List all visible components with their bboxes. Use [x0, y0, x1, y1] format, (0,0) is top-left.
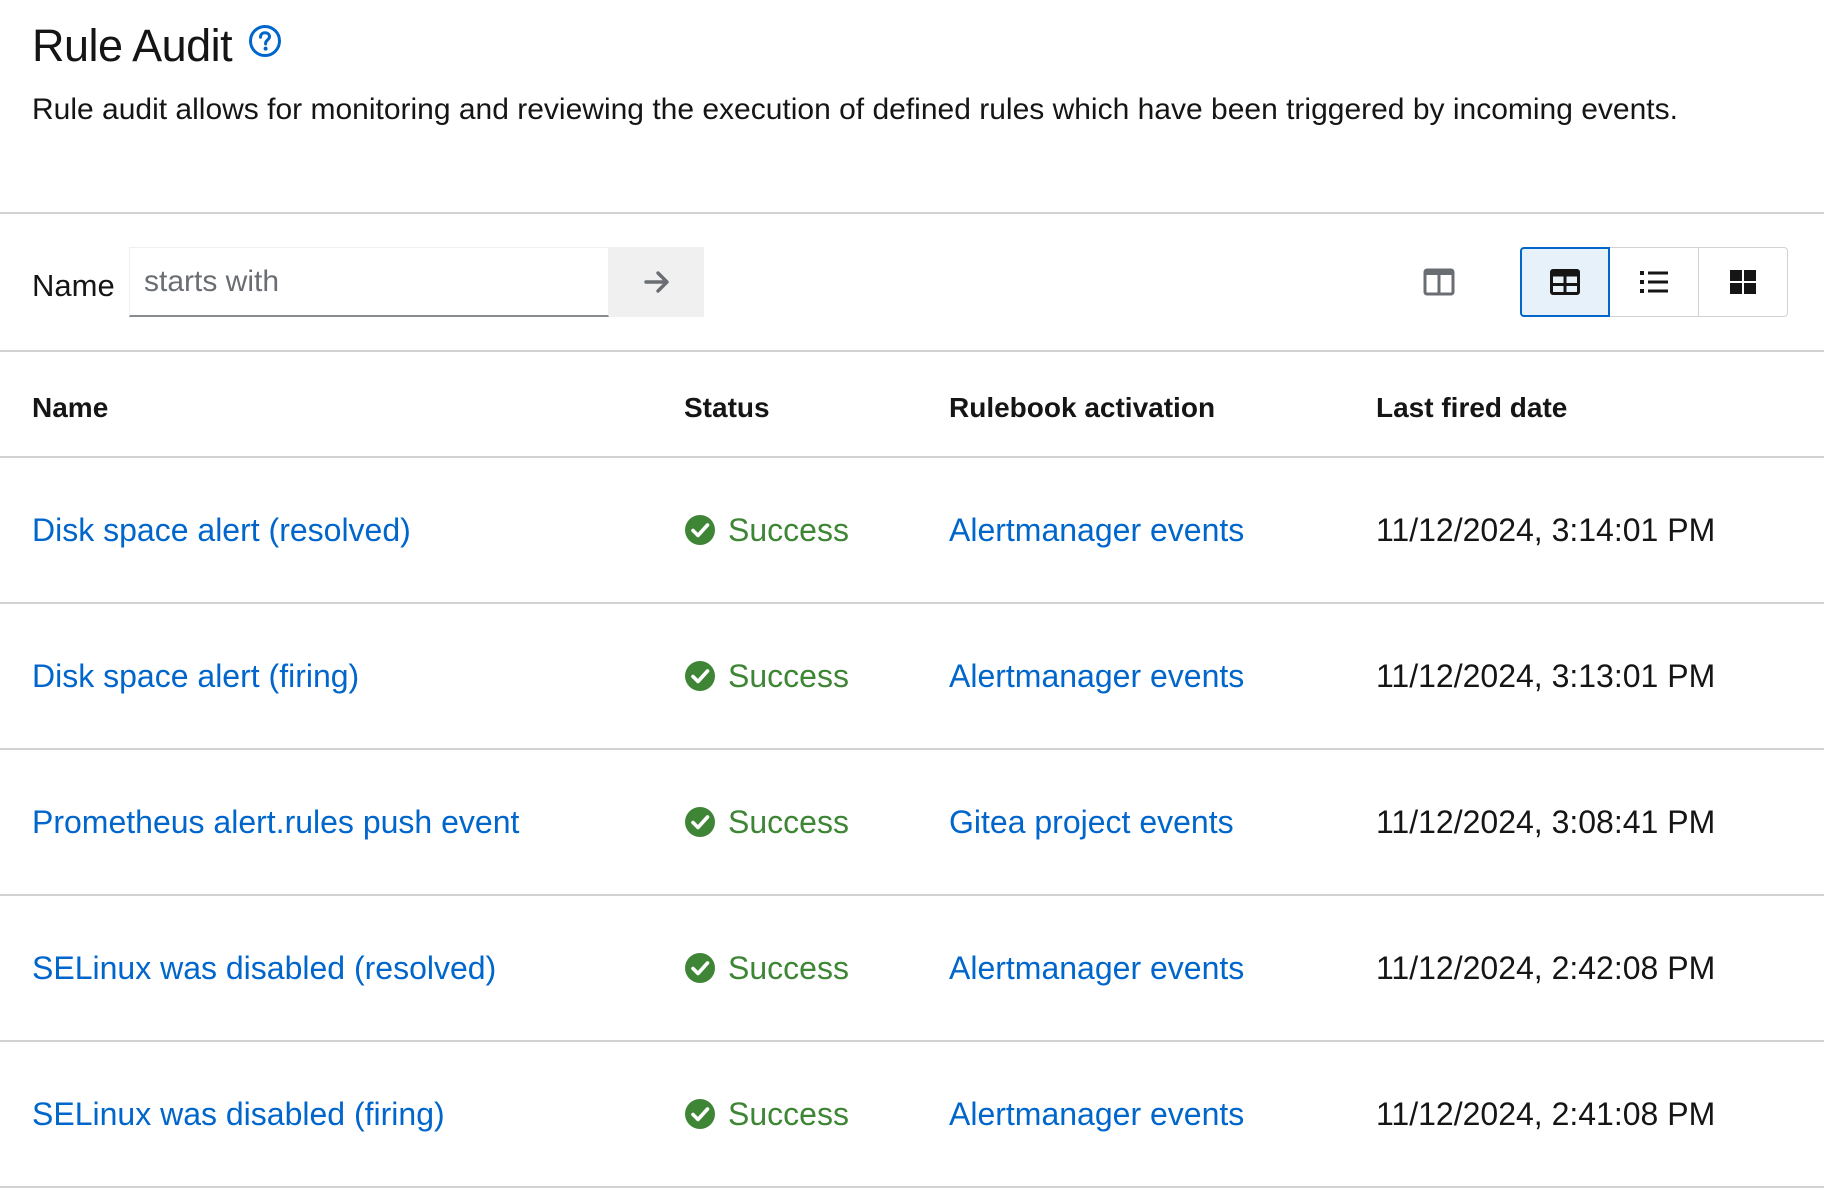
table-row: SELinux was disabled (firing) Success Al…	[0, 1042, 1824, 1188]
status-badge: Success	[684, 948, 849, 988]
check-circle-icon	[684, 1098, 716, 1130]
status-label: Success	[728, 804, 849, 840]
arrow-right-icon	[642, 267, 672, 297]
name-filter-input[interactable]	[129, 247, 609, 317]
status-label: Success	[728, 658, 849, 694]
view-toggle-group	[1520, 247, 1788, 317]
last-fired-date: 11/12/2024, 3:08:41 PM	[1376, 804, 1716, 840]
search-submit-button[interactable]	[609, 247, 704, 317]
rule-name-link[interactable]: SELinux was disabled (firing)	[32, 1094, 445, 1134]
table-row: Disk space alert (resolved) Success Aler…	[0, 458, 1824, 604]
table-header: Name Status Rulebook activation Last fir…	[0, 352, 1824, 456]
rulebook-activation-link[interactable]: Gitea project events	[949, 802, 1234, 842]
table-icon	[1550, 269, 1580, 295]
help-icon[interactable]	[248, 24, 282, 58]
status-label: Success	[728, 950, 849, 986]
filter-label: Name	[32, 268, 115, 303]
rulebook-activation-link[interactable]: Alertmanager events	[949, 948, 1244, 988]
table-row: Prometheus alert.rules push event Succes…	[0, 750, 1824, 896]
last-fired-date: 11/12/2024, 2:42:08 PM	[1376, 950, 1716, 986]
column-header-last-fired-date[interactable]: Last fired date	[1376, 390, 1567, 426]
title-row: Rule Audit	[32, 18, 282, 74]
rule-name-link[interactable]: Prometheus alert.rules push event	[32, 802, 519, 842]
status-badge: Success	[684, 1094, 849, 1134]
last-fired-date: 11/12/2024, 2:41:08 PM	[1376, 1096, 1716, 1132]
page-header: Rule Audit Rule audit allows for monitor…	[0, 0, 1824, 214]
last-fired-date: 11/12/2024, 3:13:01 PM	[1376, 658, 1716, 694]
table-view-button[interactable]	[1520, 247, 1610, 317]
rulebook-activation-link[interactable]: Alertmanager events	[949, 656, 1244, 696]
toolbar: Name	[0, 214, 1824, 350]
page-description: Rule audit allows for monitoring and rev…	[32, 93, 1678, 126]
rule-name-link[interactable]: Disk space alert (firing)	[32, 656, 359, 696]
rulebook-activation-link[interactable]: Alertmanager events	[949, 510, 1244, 550]
table-row: SELinux was disabled (resolved) Success …	[0, 896, 1824, 1042]
page-title: Rule Audit	[32, 20, 233, 71]
status-label: Success	[728, 512, 849, 548]
check-circle-icon	[684, 806, 716, 838]
status-badge: Success	[684, 510, 849, 550]
rulebook-activation-link[interactable]: Alertmanager events	[949, 1094, 1244, 1134]
card-view-button[interactable]	[1698, 247, 1788, 317]
column-header-rulebook-activation[interactable]: Rulebook activation	[949, 390, 1215, 426]
columns-icon	[1423, 268, 1455, 296]
check-circle-icon	[684, 952, 716, 984]
rule-name-link[interactable]: SELinux was disabled (resolved)	[32, 948, 496, 988]
list-icon	[1639, 269, 1669, 295]
status-label: Success	[728, 1096, 849, 1132]
status-badge: Success	[684, 656, 849, 696]
manage-columns-button[interactable]	[1404, 247, 1474, 317]
column-header-name[interactable]: Name	[32, 390, 108, 426]
check-circle-icon	[684, 660, 716, 692]
column-header-status[interactable]: Status	[684, 390, 770, 426]
status-badge: Success	[684, 802, 849, 842]
table-row: Disk space alert (firing) Success Alertm…	[0, 604, 1824, 750]
list-view-button[interactable]	[1609, 247, 1699, 317]
last-fired-date: 11/12/2024, 3:14:01 PM	[1376, 512, 1716, 548]
check-circle-icon	[684, 514, 716, 546]
grid-icon	[1729, 269, 1757, 295]
rule-name-link[interactable]: Disk space alert (resolved)	[32, 510, 411, 550]
